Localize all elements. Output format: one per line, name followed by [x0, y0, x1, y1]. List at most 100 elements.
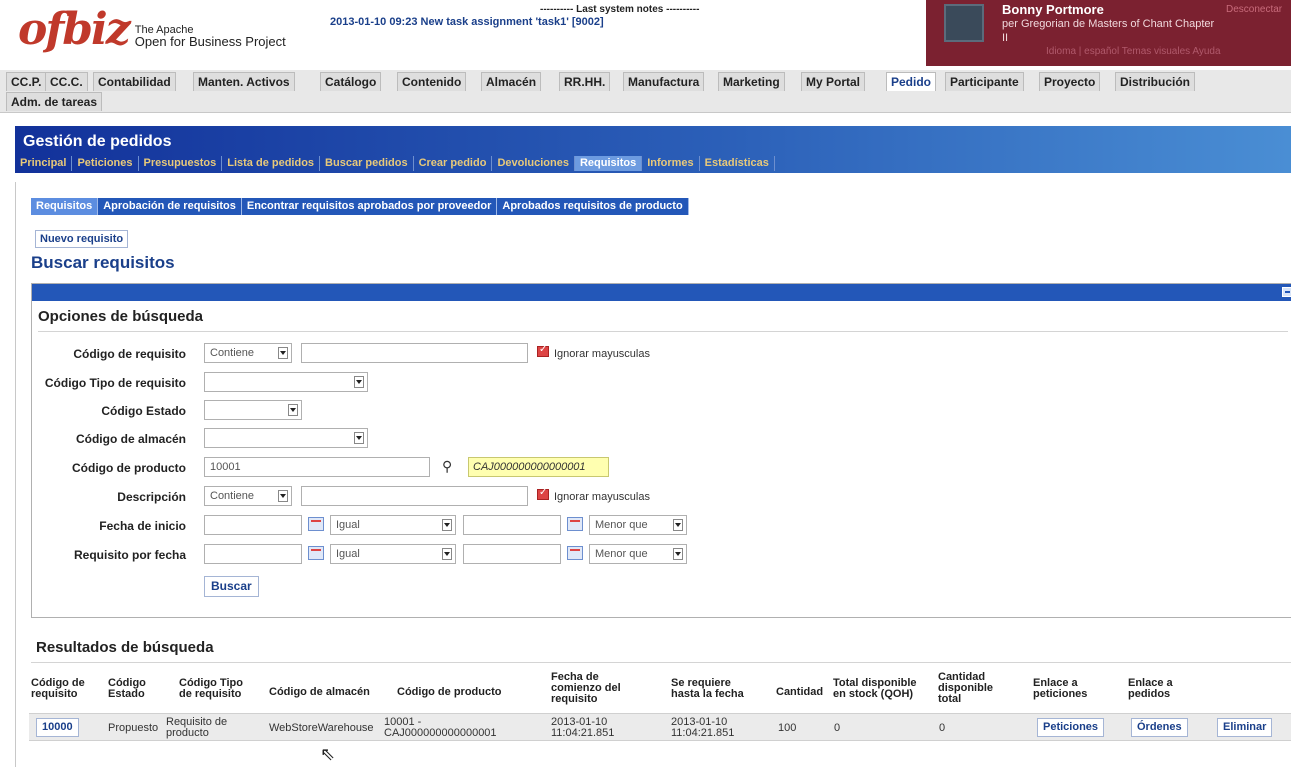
col-req-type[interactable]: Código Tipo de requisito: [179, 678, 243, 700]
facility-select[interactable]: [204, 428, 368, 448]
cell-quantity: 100: [778, 722, 797, 734]
logout-link[interactable]: Desconectar: [1226, 4, 1282, 15]
col-req-id[interactable]: Código de requisito: [31, 678, 85, 700]
user-preferences-links[interactable]: Idioma | español Temas visuales Ayuda: [1046, 46, 1221, 57]
search-button[interactable]: Buscar: [204, 576, 259, 597]
required-by-op1-select[interactable]: Igual: [330, 544, 456, 564]
page-title: Buscar requisitos: [31, 253, 175, 272]
tab-principal[interactable]: Principal: [15, 156, 73, 171]
col-product[interactable]: Código de producto: [397, 687, 501, 698]
app-tab-distribucion[interactable]: Distribución: [1115, 72, 1196, 91]
required-by-from-input[interactable]: [204, 544, 302, 564]
col-qoh[interactable]: Total disponible en stock (QOH): [833, 678, 917, 700]
tab-devoluciones[interactable]: Devoluciones: [492, 156, 575, 171]
req-id-link[interactable]: 10000: [36, 718, 79, 737]
description-operator-select[interactable]: Contiene: [204, 486, 292, 506]
chevron-down-icon: [288, 404, 298, 416]
start-date-op2-select[interactable]: Menor que: [589, 515, 687, 535]
collapse-icon[interactable]: [1282, 287, 1291, 297]
product-id-input[interactable]: 10001: [204, 457, 430, 477]
required-by-op2-select[interactable]: Menor que: [589, 544, 687, 564]
app-tab-manufactura[interactable]: Manufactura: [623, 72, 705, 91]
calendar-icon[interactable]: [308, 517, 324, 531]
tab-peticiones[interactable]: Peticiones: [72, 156, 139, 171]
avatar: [944, 4, 984, 42]
order-manager-tabs: Principal Peticiones Presupuestos Lista …: [15, 156, 775, 173]
col-status[interactable]: Código Estado: [108, 678, 146, 700]
col-required-by[interactable]: Se requiere hasta la fecha: [671, 678, 744, 700]
cell-start-date: 2013-01-10 11:04:21.851: [551, 716, 615, 739]
status-select[interactable]: [204, 400, 302, 420]
table-row: 10000 Propuesto Requisito de producto Web…: [29, 713, 1291, 741]
required-by-thru-input[interactable]: [463, 544, 561, 564]
req-id-input[interactable]: [301, 343, 528, 363]
req-id-ignore-case-checkbox[interactable]: [537, 344, 549, 357]
tab-informes[interactable]: Informes: [642, 156, 700, 171]
col-link-requests[interactable]: Enlace a peticiones: [1033, 678, 1087, 700]
col-facility[interactable]: Código de almacén: [269, 687, 370, 698]
requests-link-button[interactable]: Peticiones: [1037, 718, 1105, 737]
col-quantity[interactable]: Cantidad: [776, 687, 823, 698]
calendar-icon[interactable]: [567, 517, 583, 531]
banner-title: Gestión de pedidos: [23, 133, 172, 150]
app-tab-proyecto[interactable]: Proyecto: [1039, 72, 1101, 91]
cell-atp: 0: [939, 722, 946, 734]
calendar-icon[interactable]: [308, 546, 324, 560]
app-tab-adm-tareas[interactable]: Adm. de tareas: [6, 92, 103, 111]
app-tab-manten-activos[interactable]: Manten. Activos: [193, 72, 295, 91]
ignore-case-label: Ignorar mayusculas: [554, 348, 650, 360]
app-tab-marketing[interactable]: Marketing: [718, 72, 785, 91]
req-tab-requisitos[interactable]: Requisitos: [31, 198, 99, 215]
start-date-from-input[interactable]: [204, 515, 302, 535]
description-ignore-case-checkbox[interactable]: [537, 487, 549, 500]
col-start-date[interactable]: Fecha de comienzo del requisito: [551, 672, 621, 705]
app-tab-participante[interactable]: Participante: [945, 72, 1024, 91]
tab-buscar-pedidos[interactable]: Buscar pedidos: [320, 156, 414, 171]
tab-crear-pedido[interactable]: Crear pedido: [414, 156, 493, 171]
chevron-down-icon: [278, 347, 288, 359]
req-tab-por-proveedor[interactable]: Encontrar requisitos aprobados por prove…: [242, 198, 498, 215]
order-manager-banner: Gestión de pedidos Principal Peticiones …: [15, 126, 1291, 173]
app-tab-contabilidad[interactable]: Contabilidad: [93, 72, 176, 91]
app-tab-ccp[interactable]: CC.P.: [6, 72, 47, 91]
delete-button[interactable]: Eliminar: [1217, 718, 1273, 737]
ofbiz-logo[interactable]: ofbiz The Apache Open for Business Proje…: [18, 8, 286, 52]
logo-sub-bottom: Open for Business Project: [134, 34, 286, 49]
req-tab-aprobacion[interactable]: Aprobación de requisitos: [98, 198, 242, 215]
req-id-label: Código de requisito: [73, 347, 186, 361]
chevron-down-icon: [354, 432, 364, 444]
cell-status: Propuesto: [108, 722, 159, 734]
app-tab-catalogo[interactable]: Catálogo: [320, 72, 382, 91]
chevron-down-icon: [442, 519, 452, 531]
calendar-icon[interactable]: [567, 546, 583, 560]
application-tabs: CC.P. CC.C. Contabilidad Manten. Activos…: [0, 70, 1291, 113]
app-tab-almacen[interactable]: Almacén: [481, 72, 542, 91]
app-tab-pedido[interactable]: Pedido: [886, 72, 937, 91]
app-tab-rrhh[interactable]: RR.HH.: [559, 72, 611, 91]
header: ofbiz The Apache Open for Business Proje…: [0, 0, 1291, 68]
start-date-thru-input[interactable]: [463, 515, 561, 535]
start-date-op1-select[interactable]: Igual: [330, 515, 456, 535]
cell-facility: WebStoreWarehouse: [269, 722, 374, 734]
tab-estadisticas[interactable]: Estadísticas: [700, 156, 775, 171]
chevron-down-icon: [442, 548, 452, 560]
tab-lista-pedidos[interactable]: Lista de pedidos: [222, 156, 321, 171]
ignore-case-label: Ignorar mayusculas: [554, 491, 650, 503]
app-tab-ccc[interactable]: CC.C.: [45, 72, 88, 91]
facility-label: Código de almacén: [75, 432, 186, 446]
tab-requisitos[interactable]: Requisitos: [574, 156, 643, 171]
lookup-icon[interactable]: ⚲: [442, 458, 460, 474]
req-type-select[interactable]: [204, 372, 368, 392]
req-id-operator-select[interactable]: Contiene: [204, 343, 292, 363]
tab-presupuestos[interactable]: Presupuestos: [139, 156, 223, 171]
col-atp[interactable]: Cantidad disponible total: [938, 672, 993, 705]
system-note-link[interactable]: 2013-01-10 09:23 New task assignment 'ta…: [330, 16, 604, 28]
req-tab-aprobados-producto[interactable]: Aprobados requisitos de producto: [497, 198, 689, 215]
app-tab-my-portal[interactable]: My Portal: [801, 72, 866, 91]
new-requirement-button[interactable]: Nuevo requisito: [35, 230, 129, 248]
orders-link-button[interactable]: Órdenes: [1131, 718, 1188, 737]
app-tab-contenido[interactable]: Contenido: [397, 72, 467, 91]
description-input[interactable]: [301, 486, 528, 506]
col-link-orders[interactable]: Enlace a pedidos: [1128, 678, 1173, 700]
req-type-label: Código Tipo de requisito: [44, 376, 186, 390]
